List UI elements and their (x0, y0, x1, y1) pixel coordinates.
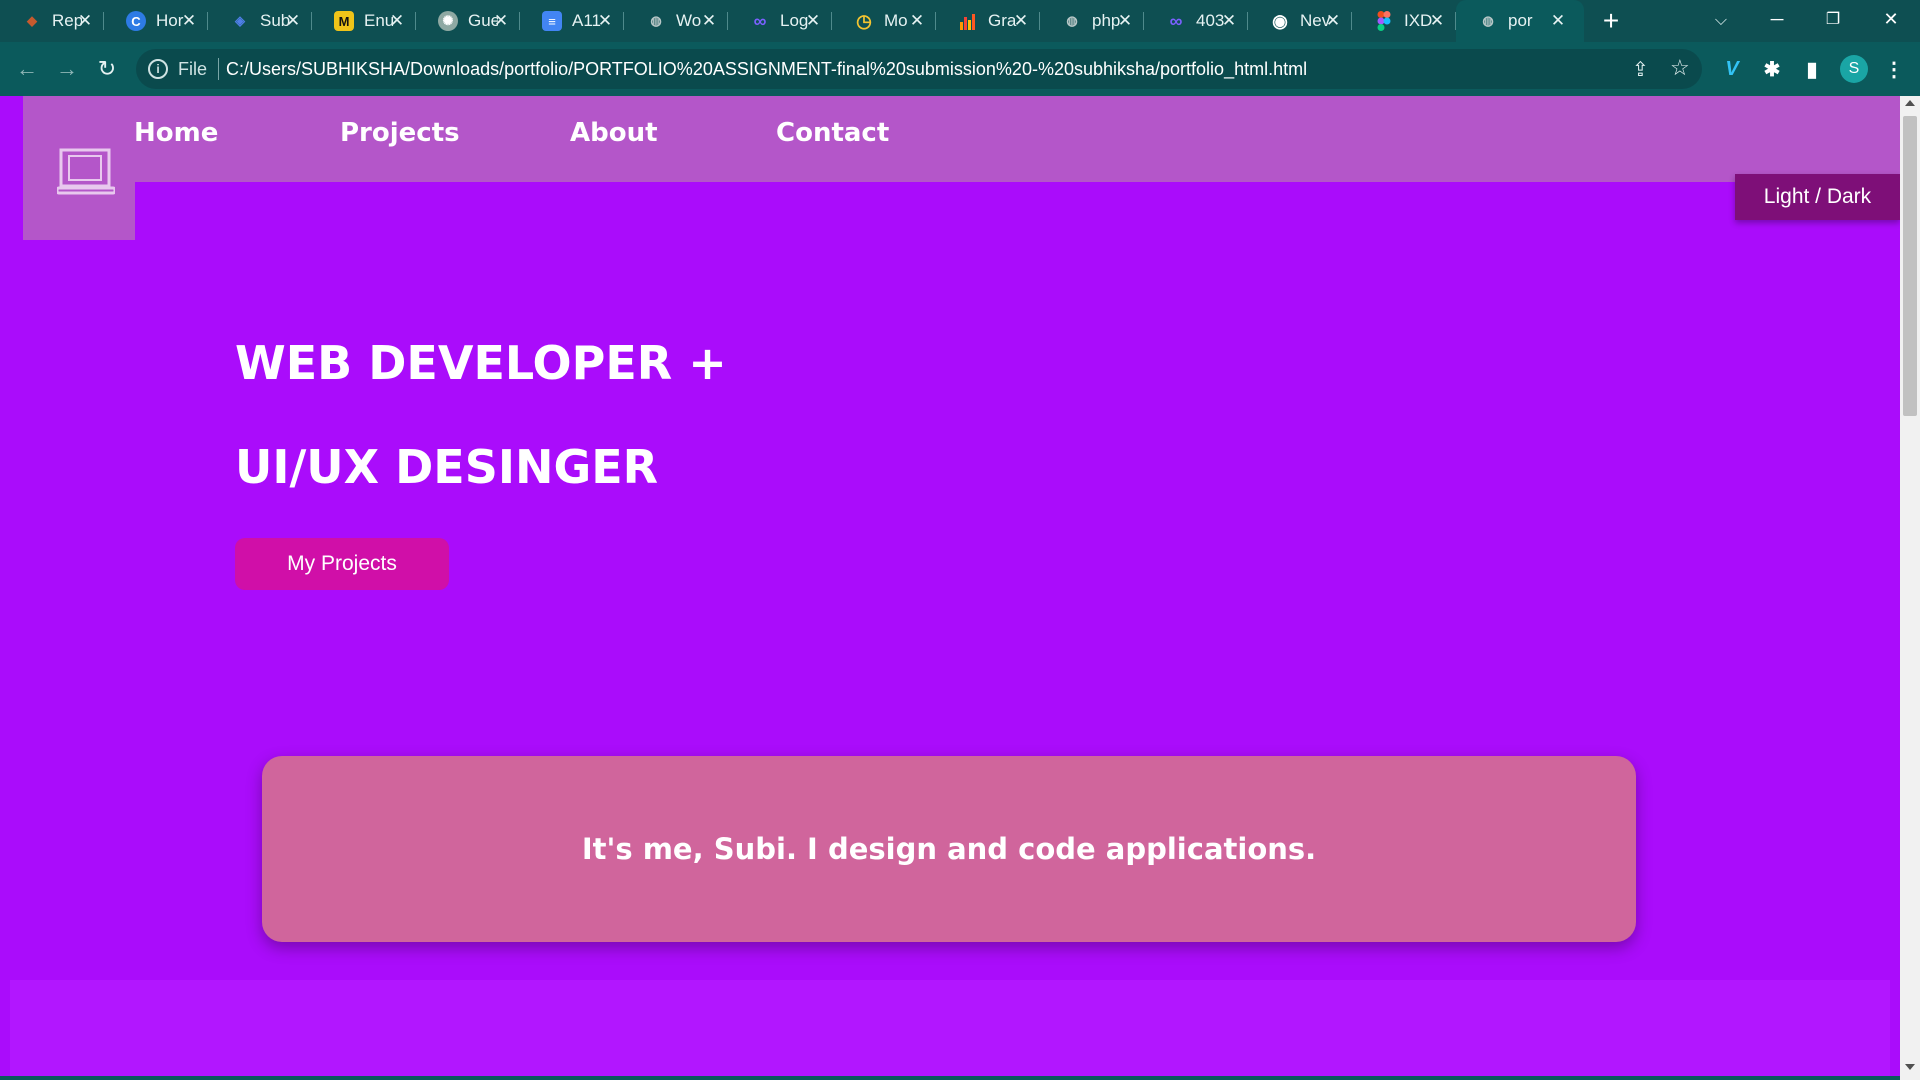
new-tab-button[interactable]: + (1596, 5, 1626, 36)
extensions-puzzle-icon[interactable]: ✱ (1758, 55, 1786, 83)
url-scheme-label: File (178, 59, 208, 79)
browser-tab-strip: ◆ Rep ✕ C Hor ✕ ◈ Sub ✕ M Enu ✕ ✺ Gue ✕ … (0, 0, 1920, 42)
page-viewport: Home Projects About Contact Light / Dark… (0, 96, 1900, 1076)
bar-chart-icon (958, 11, 978, 31)
site-logo[interactable] (23, 134, 135, 240)
close-tab-icon[interactable]: ✕ (73, 9, 97, 33)
close-tab-icon[interactable]: ✕ (593, 9, 617, 33)
diamond-icon: ◆ (27, 13, 37, 28)
browser-tab[interactable]: ◈ Sub ✕ (208, 0, 312, 42)
globe-icon: ◍ (650, 13, 662, 28)
infinity-icon: ∞ (753, 10, 767, 31)
nav-link-projects[interactable]: Projects (340, 118, 460, 148)
close-tab-icon[interactable]: ✕ (905, 9, 929, 33)
stopwatch-icon: ◷ (856, 10, 872, 31)
browser-tab[interactable]: ∞ 403 ✕ (1144, 0, 1248, 42)
close-tab-icon[interactable]: ✕ (1217, 9, 1241, 33)
browser-tab-active[interactable]: ◍ por ✕ (1456, 0, 1584, 42)
share-icon[interactable]: ⇪ (1632, 57, 1649, 82)
profile-avatar[interactable]: S (1840, 55, 1868, 83)
minimize-window-button[interactable]: ─ (1750, 0, 1804, 38)
nav-link-home[interactable]: Home (134, 118, 218, 148)
globe-icon: ◍ (1066, 13, 1078, 28)
close-tab-icon[interactable]: ✕ (1321, 9, 1345, 33)
shield-icon: ◈ (235, 13, 245, 28)
address-divider (218, 58, 219, 80)
close-tab-icon[interactable]: ✕ (489, 9, 513, 33)
docs-icon: ≡ (542, 11, 562, 31)
browser-tab[interactable]: ≡ A11 ✕ (520, 0, 624, 42)
m-logo-icon: M (334, 11, 354, 31)
tab-search-chevron-icon[interactable]: ⌵ (1706, 6, 1736, 36)
next-section (10, 980, 1890, 1076)
close-tab-icon[interactable]: ✕ (281, 9, 305, 33)
laptop-logo-icon (57, 148, 115, 195)
browser-tab[interactable]: C Hor ✕ (104, 0, 208, 42)
tab-title: por (1508, 11, 1533, 30)
browser-tab[interactable]: ◍ php ✕ (1040, 0, 1144, 42)
close-tab-icon[interactable]: ✕ (385, 9, 409, 33)
browser-tab[interactable]: ◍ Wo ✕ (624, 0, 728, 42)
close-tab-icon[interactable]: ✕ (697, 9, 721, 33)
browser-tab[interactable]: Gra ✕ (936, 0, 1040, 42)
more-menu-icon[interactable]: ⋮ (1880, 55, 1908, 83)
url-text[interactable]: C:/Users/SUBHIKSHA/Downloads/portfolio/P… (226, 59, 1307, 80)
globe-icon: ◍ (1482, 13, 1494, 28)
intro-card: It's me, Subi. I design and code applica… (262, 756, 1636, 942)
close-tab-icon[interactable]: ✕ (801, 9, 825, 33)
browser-tab[interactable]: M Enu ✕ (312, 0, 416, 42)
nav-link-about[interactable]: About (570, 118, 658, 148)
site-info-icon[interactable]: i (148, 59, 168, 79)
browser-tab[interactable]: IXD ✕ (1352, 0, 1456, 42)
browser-tab[interactable]: ✺ Gue ✕ (416, 0, 520, 42)
intro-text: It's me, Subi. I design and code applica… (581, 832, 1317, 866)
my-projects-button[interactable]: My Projects (235, 538, 449, 590)
scroll-down-arrow-icon[interactable] (1905, 1064, 1915, 1070)
hero-title-line-2: UI/UX DESINGER (235, 440, 659, 494)
back-arrow-icon[interactable]: ← (10, 52, 44, 86)
close-tab-icon[interactable]: ✕ (1009, 9, 1033, 33)
nav-link-contact[interactable]: Contact (776, 118, 889, 148)
close-tab-icon[interactable]: ✕ (1425, 9, 1449, 33)
vimeo-extension-icon[interactable]: V (1718, 55, 1746, 83)
figma-icon (1374, 11, 1394, 31)
site-navbar (23, 96, 1900, 182)
browser-tab[interactable]: ◷ Mo ✕ (832, 0, 936, 42)
infinity-icon: ∞ (1169, 10, 1183, 31)
close-tab-icon[interactable]: ✕ (1113, 9, 1137, 33)
bookmark-star-icon[interactable]: ☆ (1670, 55, 1690, 81)
close-tab-icon[interactable]: ✕ (1546, 9, 1570, 33)
hero-title-line-1: WEB DEVELOPER + (235, 336, 727, 390)
address-bar[interactable]: i File C:/Users/SUBHIKSHA/Downloads/port… (136, 49, 1702, 89)
openai-icon: ✺ (438, 11, 458, 31)
restore-window-button[interactable]: ❐ (1806, 0, 1860, 38)
c-logo-icon: C (126, 11, 146, 31)
browser-toolbar: ← → ↻ i File C:/Users/SUBHIKSHA/Download… (0, 42, 1920, 96)
chrome-icon: ◉ (1272, 10, 1288, 31)
close-window-button[interactable]: ✕ (1864, 0, 1918, 38)
page-scrollbar[interactable] (1900, 96, 1920, 1080)
scroll-up-arrow-icon[interactable] (1905, 100, 1915, 106)
reload-icon[interactable]: ↻ (90, 52, 124, 86)
theme-toggle-button[interactable]: Light / Dark (1735, 174, 1900, 220)
browser-tab[interactable]: ∞ Log ✕ (728, 0, 832, 42)
browser-tab[interactable]: ◆ Rep ✕ (0, 0, 104, 42)
scrollbar-thumb[interactable] (1903, 116, 1917, 416)
browser-tab[interactable]: ◉ Nev ✕ (1248, 0, 1352, 42)
forward-arrow-icon[interactable]: → (50, 52, 84, 86)
close-tab-icon[interactable]: ✕ (177, 9, 201, 33)
side-panel-icon[interactable]: ▮ (1798, 55, 1826, 83)
